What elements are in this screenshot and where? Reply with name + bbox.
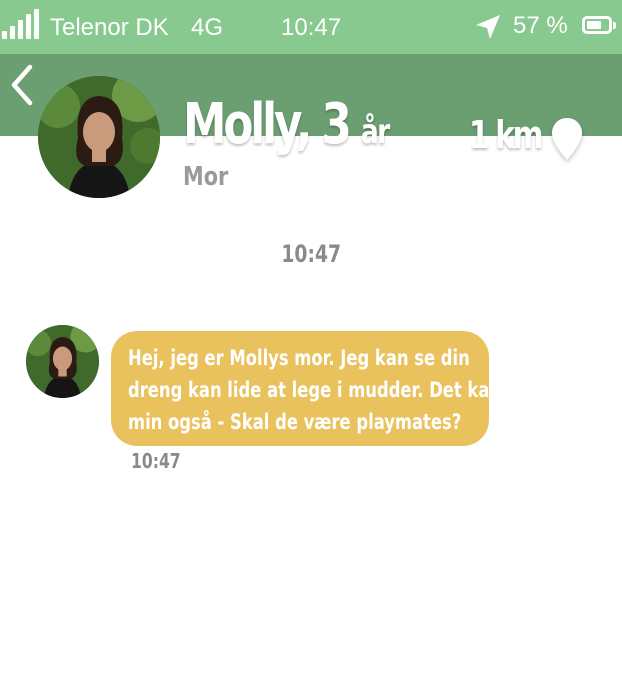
conversation-timestamp: 10:47 xyxy=(281,240,341,268)
network-type: 4G xyxy=(191,14,224,41)
message-line: Hej, jeg er Mollys mor. Jeg kan se din xyxy=(128,346,470,370)
profile-role: Mor xyxy=(183,162,229,192)
carrier-name: Telenor DK xyxy=(50,14,169,41)
message-line: dreng kan lide at lege i mudder. Det kan xyxy=(128,378,502,402)
location-arrow-icon xyxy=(476,15,500,39)
battery-percent: 57 % xyxy=(513,12,568,39)
status-bar: Telenor DK 4G 10:47 57 % xyxy=(0,0,622,54)
battery-icon xyxy=(582,16,616,34)
message-time: 10:47 xyxy=(131,449,181,473)
message-bubble[interactable]: Hej, jeg er Mollys mor. Jeg kan se din d… xyxy=(111,331,502,446)
distance-label: 1 km xyxy=(469,113,544,157)
status-time: 10:47 xyxy=(281,14,342,41)
map-pin-icon xyxy=(552,118,582,160)
back-chevron-icon[interactable] xyxy=(8,63,36,107)
sender-avatar[interactable] xyxy=(26,325,99,398)
signal-strength-icon xyxy=(2,9,40,39)
message-line: min også - Skal de være playmates? xyxy=(128,410,462,434)
profile-name: Molly, 3 år xyxy=(183,92,390,157)
profile-avatar[interactable] xyxy=(38,76,160,198)
age-unit: år xyxy=(360,112,390,152)
